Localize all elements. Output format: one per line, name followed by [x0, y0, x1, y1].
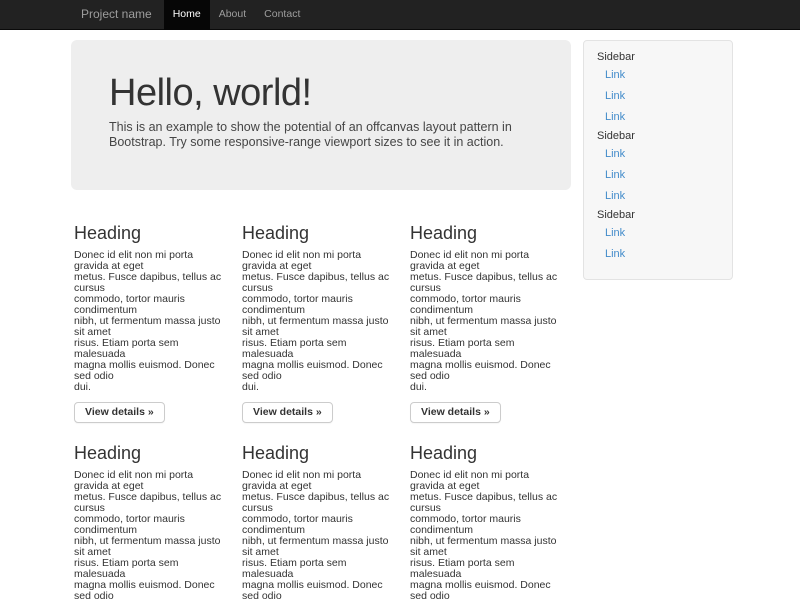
nav-item: Home [164, 0, 210, 30]
page-title: Hello, world! [109, 72, 533, 114]
sidebar-group-3: Sidebar Link Link [584, 207, 732, 265]
nav-item-about[interactable]: About [210, 0, 255, 30]
card-heading: Heading [410, 443, 562, 464]
card-heading: Heading [74, 443, 226, 464]
card-heading: Heading [74, 223, 226, 244]
sidebar-link[interactable]: Link [584, 165, 732, 186]
sidebar: Sidebar Link Link Link Sidebar Link Link… [583, 40, 733, 280]
card-body: Donec id elit non mi porta gravida at eg… [242, 250, 394, 393]
nav-item: Contact [255, 0, 309, 30]
sidebar-link[interactable]: Link [584, 223, 732, 244]
navbar-menu: Home About Contact [164, 0, 310, 30]
card-heading: Heading [410, 223, 562, 244]
sidebar-heading: Sidebar [584, 49, 732, 65]
card-body: Donec id elit non mi porta gravida at eg… [410, 470, 562, 600]
sidebar-link[interactable]: Link [584, 65, 732, 86]
view-details-button[interactable]: View details » [74, 402, 165, 423]
card-body: Donec id elit non mi porta gravida at eg… [74, 470, 226, 600]
content-card: Heading Donec id elit non mi porta gravi… [67, 443, 235, 600]
sidebar-heading: Sidebar [584, 128, 732, 144]
sidebar-group-2: Sidebar Link Link Link [584, 128, 732, 207]
content-card: Heading Donec id elit non mi porta gravi… [403, 443, 571, 600]
top-navbar: Project name Home About Contact [0, 0, 800, 30]
card-heading: Heading [242, 223, 394, 244]
sidebar-link[interactable]: Link [584, 107, 732, 128]
card-body: Donec id elit non mi porta gravida at eg… [74, 250, 226, 393]
nav-item-home[interactable]: Home [164, 0, 210, 30]
sidebar-link[interactable]: Link [584, 144, 732, 165]
jumbotron: Hello, world! This is an example to show… [71, 40, 571, 190]
content-card: Heading Donec id elit non mi porta gravi… [67, 223, 235, 423]
card-row-1: Heading Donec id elit non mi porta gravi… [67, 223, 573, 423]
content-card: Heading Donec id elit non mi porta gravi… [235, 223, 403, 423]
page-container: Hello, world! This is an example to show… [67, 40, 733, 600]
nav-item: About [210, 0, 255, 30]
brand-link[interactable]: Project name [81, 0, 152, 30]
sidebar-link[interactable]: Link [584, 244, 732, 265]
content-card: Heading Donec id elit non mi porta gravi… [235, 443, 403, 600]
sidebar-link[interactable]: Link [584, 186, 732, 207]
nav-item-contact[interactable]: Contact [255, 0, 309, 30]
jumbotron-text: This is an example to show the potential… [109, 120, 533, 150]
card-body: Donec id elit non mi porta gravida at eg… [242, 470, 394, 600]
sidebar-group-1: Sidebar Link Link Link [584, 49, 732, 128]
card-row-2: Heading Donec id elit non mi porta gravi… [67, 443, 573, 600]
card-body: Donec id elit non mi porta gravida at eg… [410, 250, 562, 393]
card-heading: Heading [242, 443, 394, 464]
navbar-container: Project name Home About Contact [67, 0, 733, 30]
view-details-button[interactable]: View details » [242, 402, 333, 423]
sidebar-link[interactable]: Link [584, 86, 732, 107]
sidebar-heading: Sidebar [584, 207, 732, 223]
content-card: Heading Donec id elit non mi porta gravi… [403, 223, 571, 423]
view-details-button[interactable]: View details » [410, 402, 501, 423]
main-content: Hello, world! This is an example to show… [67, 40, 573, 600]
